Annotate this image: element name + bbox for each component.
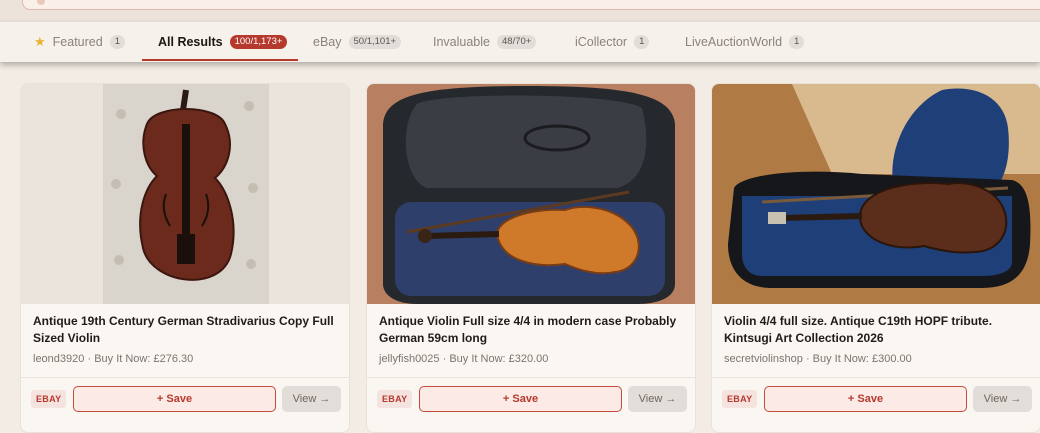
seller-name: secretviolinshop [724, 353, 803, 365]
tab-count-badge: 50/1,101+ [348, 34, 402, 50]
top-strip [0, 0, 1040, 22]
listing-image[interactable] [367, 84, 695, 304]
tab-label: Invaluable [433, 35, 490, 49]
source-badge: EBAY [377, 390, 413, 408]
tab-label: eBay [313, 35, 342, 49]
price-text: Buy It Now: £300.00 [812, 353, 912, 365]
active-tab-indicator [142, 59, 298, 61]
source-badge: EBAY [31, 390, 67, 408]
source-tabs: ★ Featured 1 All Results 100/1,173+ eBay… [0, 22, 1040, 62]
tab-count-badge: 100/1,173+ [229, 34, 288, 50]
view-button[interactable]: View → [282, 386, 341, 412]
info-icon [37, 0, 45, 5]
listing-image[interactable] [712, 84, 1040, 304]
save-button[interactable]: + Save [73, 386, 276, 412]
tab-count-badge: 1 [634, 34, 650, 50]
listing-title[interactable]: Antique 19th Century German Stradivarius… [33, 313, 339, 347]
save-button[interactable]: + Save [419, 386, 622, 412]
tab-featured[interactable]: ★ Featured 1 [34, 22, 125, 62]
listing-meta: jellyfish0025 · Buy It Now: £320.00 [379, 353, 685, 365]
tab-label: iCollector [575, 35, 628, 49]
price-text: Buy It Now: £276.30 [94, 353, 194, 365]
listing-title[interactable]: Antique Violin Full size 4/4 in modern c… [379, 313, 685, 347]
notice-banner [22, 0, 1040, 10]
seller-name: leond3920 [33, 353, 85, 365]
card-divider [367, 377, 695, 378]
tab-label: All Results [158, 35, 223, 49]
violin-photo [21, 84, 349, 304]
listing-meta: secretviolinshop · Buy It Now: £300.00 [724, 353, 1030, 365]
card-divider [21, 377, 349, 378]
listing-image[interactable] [21, 84, 349, 304]
tab-ebay[interactable]: eBay 50/1,101+ [313, 22, 402, 62]
source-badge: EBAY [722, 390, 758, 408]
listing-meta: leond3920 · Buy It Now: £276.30 [33, 353, 339, 365]
tab-count-badge: 48/70+ [497, 34, 537, 50]
meta-separator: · [805, 353, 813, 365]
view-button[interactable]: View → [973, 386, 1032, 412]
tab-all-results[interactable]: All Results 100/1,173+ [158, 22, 288, 62]
save-button[interactable]: + Save [764, 386, 967, 412]
tab-invaluable[interactable]: Invaluable 48/70+ [433, 22, 537, 62]
view-button[interactable]: View → [628, 386, 687, 412]
tab-label: Featured [52, 35, 103, 49]
tab-liveauctionworld[interactable]: LiveAuctionWorld 1 [685, 22, 805, 62]
result-card[interactable]: Antique 19th Century German Stradivarius… [20, 83, 350, 433]
tab-icollector[interactable]: iCollector 1 [575, 22, 650, 62]
tab-count-badge: 1 [789, 34, 805, 50]
violin-photo [367, 84, 695, 304]
seller-name: jellyfish0025 [379, 353, 440, 365]
result-card[interactable]: Antique Violin Full size 4/4 in modern c… [366, 83, 696, 433]
card-divider [712, 377, 1040, 378]
tab-count-badge: 1 [109, 34, 125, 50]
listing-title[interactable]: Violin 4/4 full size. Antique C19th HOPF… [724, 313, 1030, 347]
star-icon: ★ [34, 34, 46, 49]
price-text: Buy It Now: £320.00 [449, 353, 549, 365]
result-card[interactable]: Violin 4/4 full size. Antique C19th HOPF… [711, 83, 1040, 433]
violin-photo [712, 84, 1040, 304]
tab-label: LiveAuctionWorld [685, 35, 783, 49]
